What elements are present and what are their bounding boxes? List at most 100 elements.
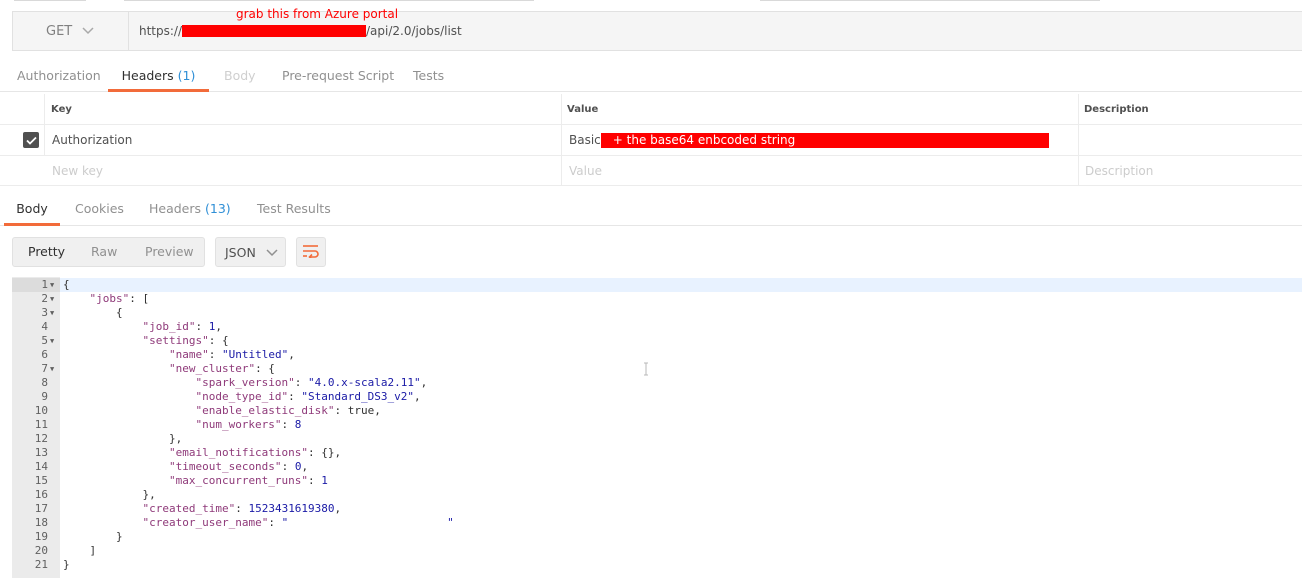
preview-button[interactable]: Preview <box>145 238 194 266</box>
row-checkbox[interactable] <box>23 125 39 155</box>
line-number: 8 <box>41 376 48 389</box>
line-number: 16 <box>34 488 48 501</box>
url-suffix: /api/2.0/jobs/list <box>366 24 462 38</box>
header-key-input[interactable]: Authorization <box>52 125 132 155</box>
request-tabs: Authorization Headers (1) Body Pre-reque… <box>0 62 1302 92</box>
chevron-down-icon <box>266 245 278 260</box>
tab-label: Cookies <box>75 201 124 216</box>
chevron-down-icon <box>82 24 94 38</box>
top-edge <box>0 0 1302 10</box>
code-area[interactable]: { "jobs": [ { "job_id": 1, "settings": {… <box>60 277 1302 578</box>
line-number: 2 <box>41 292 48 305</box>
tab-count: (13) <box>205 201 231 216</box>
response-tabs: Body Cookies Headers (13) Test Results <box>0 194 1302 226</box>
code-line: "new_cluster": { <box>168 362 275 375</box>
fold-arrow-icon[interactable]: ▼ <box>50 362 54 376</box>
line-number: 15 <box>34 474 48 487</box>
tab-headers[interactable]: Headers (1) <box>108 62 209 92</box>
line-number: 10 <box>34 404 48 417</box>
view-mode-group: Pretty Raw Preview <box>12 237 205 267</box>
line-number: 3 <box>41 306 48 319</box>
response-body-editor[interactable]: 1 ▼ 2 ▼ 3 ▼ 4 5 ▼ 6 7 ▼ 8 9 10 11 12 13 14 15 16 17 18 19 20 21 {… <box>12 277 1302 578</box>
header-value-text: Basic <box>569 133 601 147</box>
code-line: "node_type_id": "Standard_DS3_v2", <box>195 390 421 403</box>
code-line: "enable_elastic_disk": true, <box>195 404 381 417</box>
postman-window: GET https:// /api/2.0/jobs/list grab thi… <box>0 0 1302 578</box>
method-select[interactable]: GET <box>13 12 129 50</box>
url-redaction <box>182 25 367 37</box>
line-number: 21 <box>34 558 48 571</box>
tab-label: Body <box>16 201 48 216</box>
url-annotation: grab this from Azure portal <box>236 7 399 21</box>
header-value-input[interactable]: Basic + the base64 enbcoded string <box>569 125 1049 155</box>
format-label: JSON <box>225 244 256 260</box>
code-line: "creator_user_name": " " <box>142 516 454 529</box>
format-select[interactable]: JSON <box>215 237 286 267</box>
tab-label: Headers <box>149 201 202 216</box>
tab-label: Tests <box>413 68 445 83</box>
fold-arrow-icon[interactable]: ▼ <box>50 334 54 348</box>
request-bar: GET https:// /api/2.0/jobs/list <box>12 11 1302 51</box>
new-key-input[interactable]: New key <box>52 156 103 185</box>
tab-test-results[interactable]: Test Results <box>257 194 331 226</box>
code-line: "name": "Untitled", <box>168 348 295 361</box>
code-line: "timeout_seconds": 0, <box>168 460 309 473</box>
line-number: 18 <box>34 516 48 529</box>
code-line: "job_id": 1, <box>142 320 222 333</box>
new-value-input[interactable]: Value <box>569 156 602 185</box>
line-number: 9 <box>41 390 48 403</box>
method-label: GET <box>46 23 73 39</box>
code-line: "jobs": [ <box>89 292 150 305</box>
code-line: "created_time": 1523431619380, <box>142 502 342 515</box>
code-line: { <box>63 278 70 291</box>
column-key: Key <box>51 103 72 115</box>
tab-response-headers[interactable]: Headers (13) <box>149 194 231 226</box>
tab-body[interactable]: Body <box>224 62 256 92</box>
tab-cookies[interactable]: Cookies <box>75 194 124 226</box>
wrap-lines-icon <box>302 244 320 261</box>
code-line: } <box>63 530 123 543</box>
fold-arrow-icon[interactable]: ▼ <box>50 292 54 306</box>
tab-pre-request-script[interactable]: Pre-request Script <box>282 62 394 92</box>
tab-label: Body <box>224 68 256 83</box>
tab-label: Authorization <box>17 68 101 83</box>
column-description: Description <box>1084 103 1149 115</box>
new-header-row: New key Value Description <box>0 156 1302 186</box>
tab-label: Test Results <box>257 201 331 216</box>
tab-response-body[interactable]: Body <box>4 194 60 226</box>
code-line: "spark_version": "4.0.x-scala2.11", <box>195 376 428 389</box>
code-line: ] <box>63 544 97 557</box>
tab-label: Pre-request Script <box>282 68 395 83</box>
code-line: "num_workers": 8 <box>195 418 302 431</box>
code-line: { <box>63 306 123 319</box>
line-number: 19 <box>34 530 48 543</box>
headers-table-head: Key Value Description <box>0 94 1302 125</box>
line-number: 6 <box>41 348 48 361</box>
code-line: "max_concurrent_runs": 1 <box>168 474 328 487</box>
code-line: }, <box>63 432 183 445</box>
line-number: 1 <box>41 278 48 291</box>
code-line: }, <box>63 488 156 501</box>
line-number: 20 <box>34 544 48 557</box>
code-line: "email_notifications": {}, <box>168 446 342 459</box>
tab-tests[interactable]: Tests <box>413 62 444 92</box>
tab-count: (1) <box>177 68 196 83</box>
line-number: 17 <box>34 502 48 515</box>
line-number: 14 <box>34 460 48 473</box>
line-number: 11 <box>34 418 48 431</box>
line-number: 7 <box>41 362 48 375</box>
wrap-lines-button[interactable] <box>296 237 326 267</box>
table-row: Authorization Basic + the base64 enbcode… <box>0 125 1302 156</box>
value-annotation: + the base64 enbcoded string <box>600 132 1049 148</box>
line-number: 5 <box>41 334 48 347</box>
text-cursor-icon <box>643 362 649 376</box>
column-value: Value <box>567 103 599 115</box>
checkmark-icon <box>23 132 39 148</box>
pretty-button[interactable]: Pretty <box>28 238 65 266</box>
raw-button[interactable]: Raw <box>91 238 117 266</box>
new-description-input[interactable]: Description <box>1085 156 1153 185</box>
tab-authorization[interactable]: Authorization <box>17 62 101 92</box>
url-prefix: https:// <box>139 24 183 38</box>
fold-arrow-icon[interactable]: ▼ <box>50 278 54 292</box>
fold-arrow-icon[interactable]: ▼ <box>50 306 54 320</box>
